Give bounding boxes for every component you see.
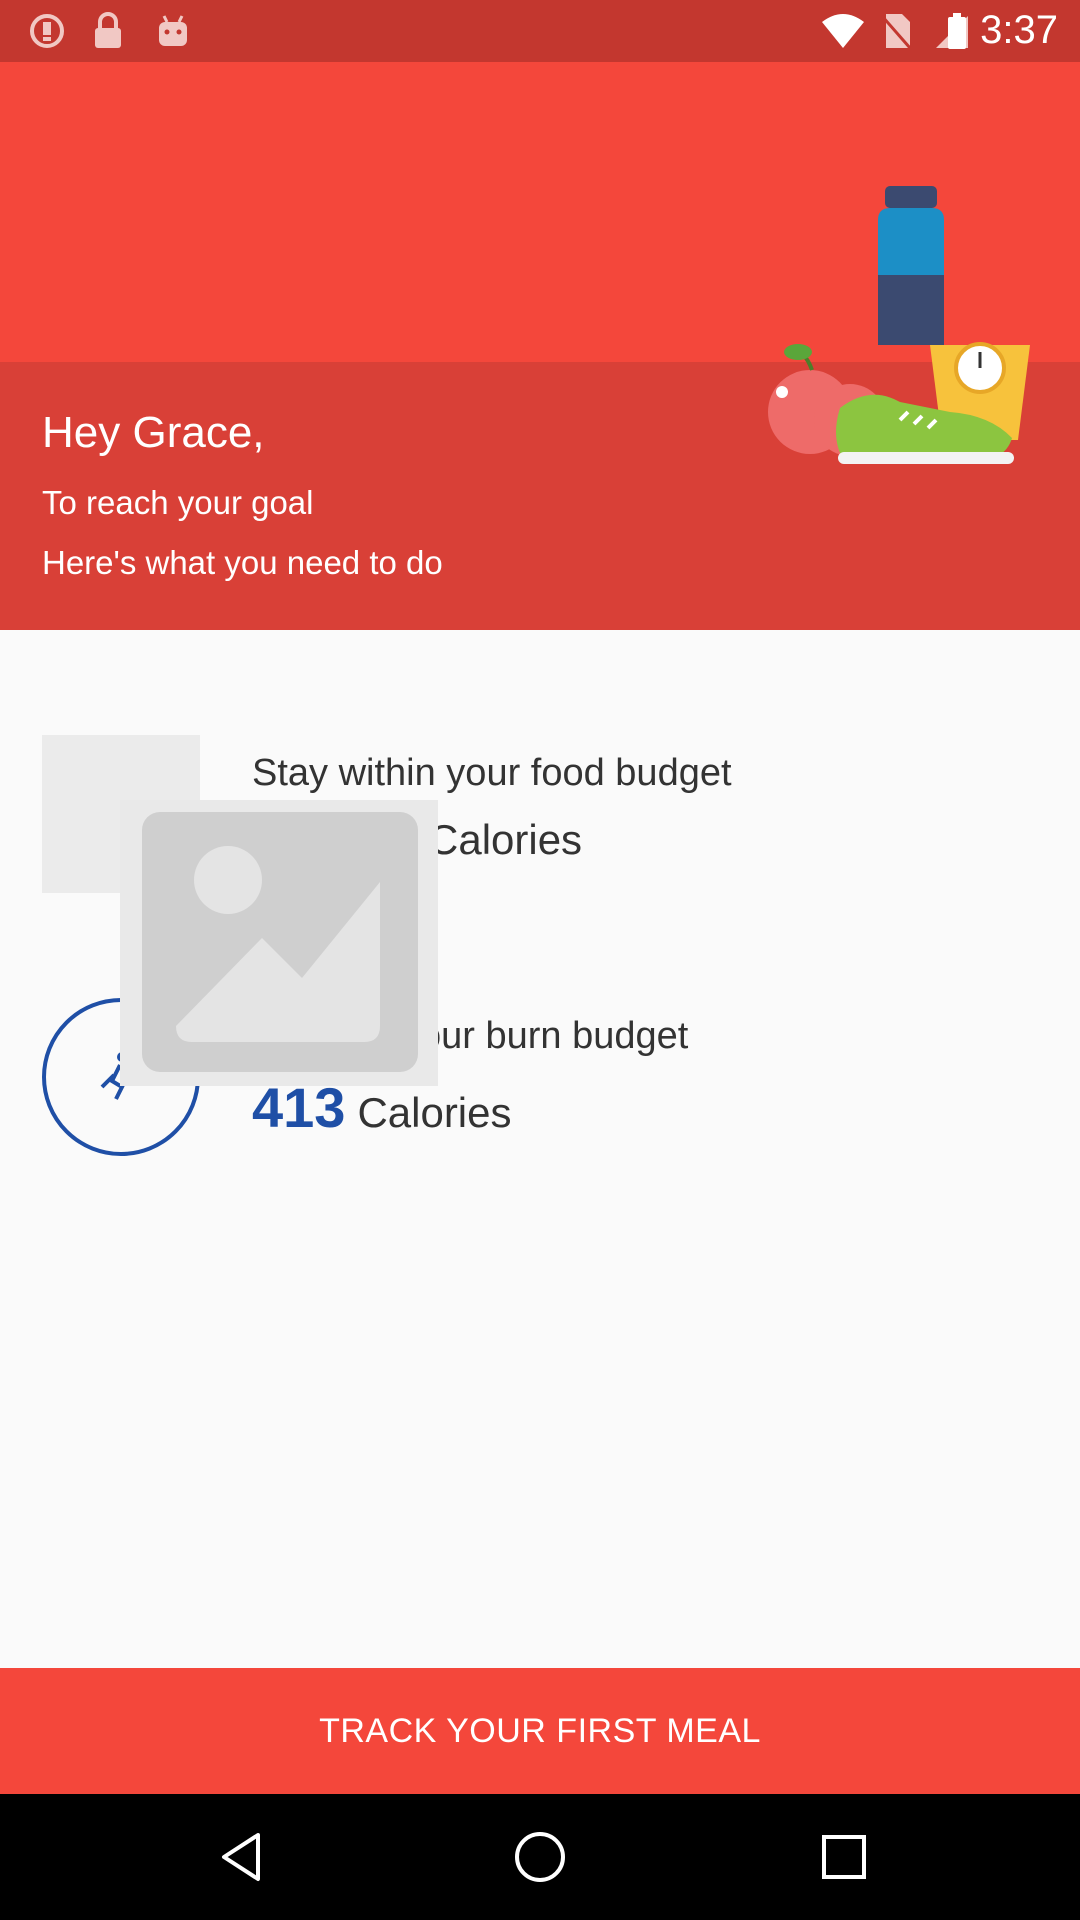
greeting-heading: Hey Grace,	[42, 408, 265, 457]
track-first-meal-button[interactable]: TRACK YOUR FIRST MEAL	[0, 1668, 1080, 1794]
image-placeholder-icon	[142, 812, 418, 1072]
home-icon[interactable]	[510, 1827, 570, 1887]
no-sim-icon	[880, 14, 912, 49]
burn-calories-unit: Calories	[357, 1089, 512, 1136]
alert-icon	[30, 14, 64, 48]
system-nav-bar	[0, 1794, 1080, 1920]
lock-icon	[95, 12, 121, 48]
android-icon	[159, 15, 187, 46]
food-budget-title: Stay within your food budget	[252, 752, 732, 794]
burn-budget-title: our burn budget	[420, 1015, 689, 1057]
wifi-icon	[822, 14, 864, 48]
status-bar: 3:37	[0, 0, 1080, 62]
status-time: 3:37	[980, 8, 1058, 52]
image-placeholder	[120, 800, 438, 1086]
battery-icon	[948, 13, 966, 49]
instructions-subtitle: Here's what you need to do	[42, 544, 443, 581]
bottle-apple-shoe-scale-icon	[768, 186, 1030, 464]
back-icon[interactable]	[212, 1827, 272, 1887]
recents-icon[interactable]	[814, 1827, 874, 1887]
food-calories-unit: Calories	[428, 816, 583, 863]
goal-subtitle: To reach your goal	[42, 484, 314, 521]
